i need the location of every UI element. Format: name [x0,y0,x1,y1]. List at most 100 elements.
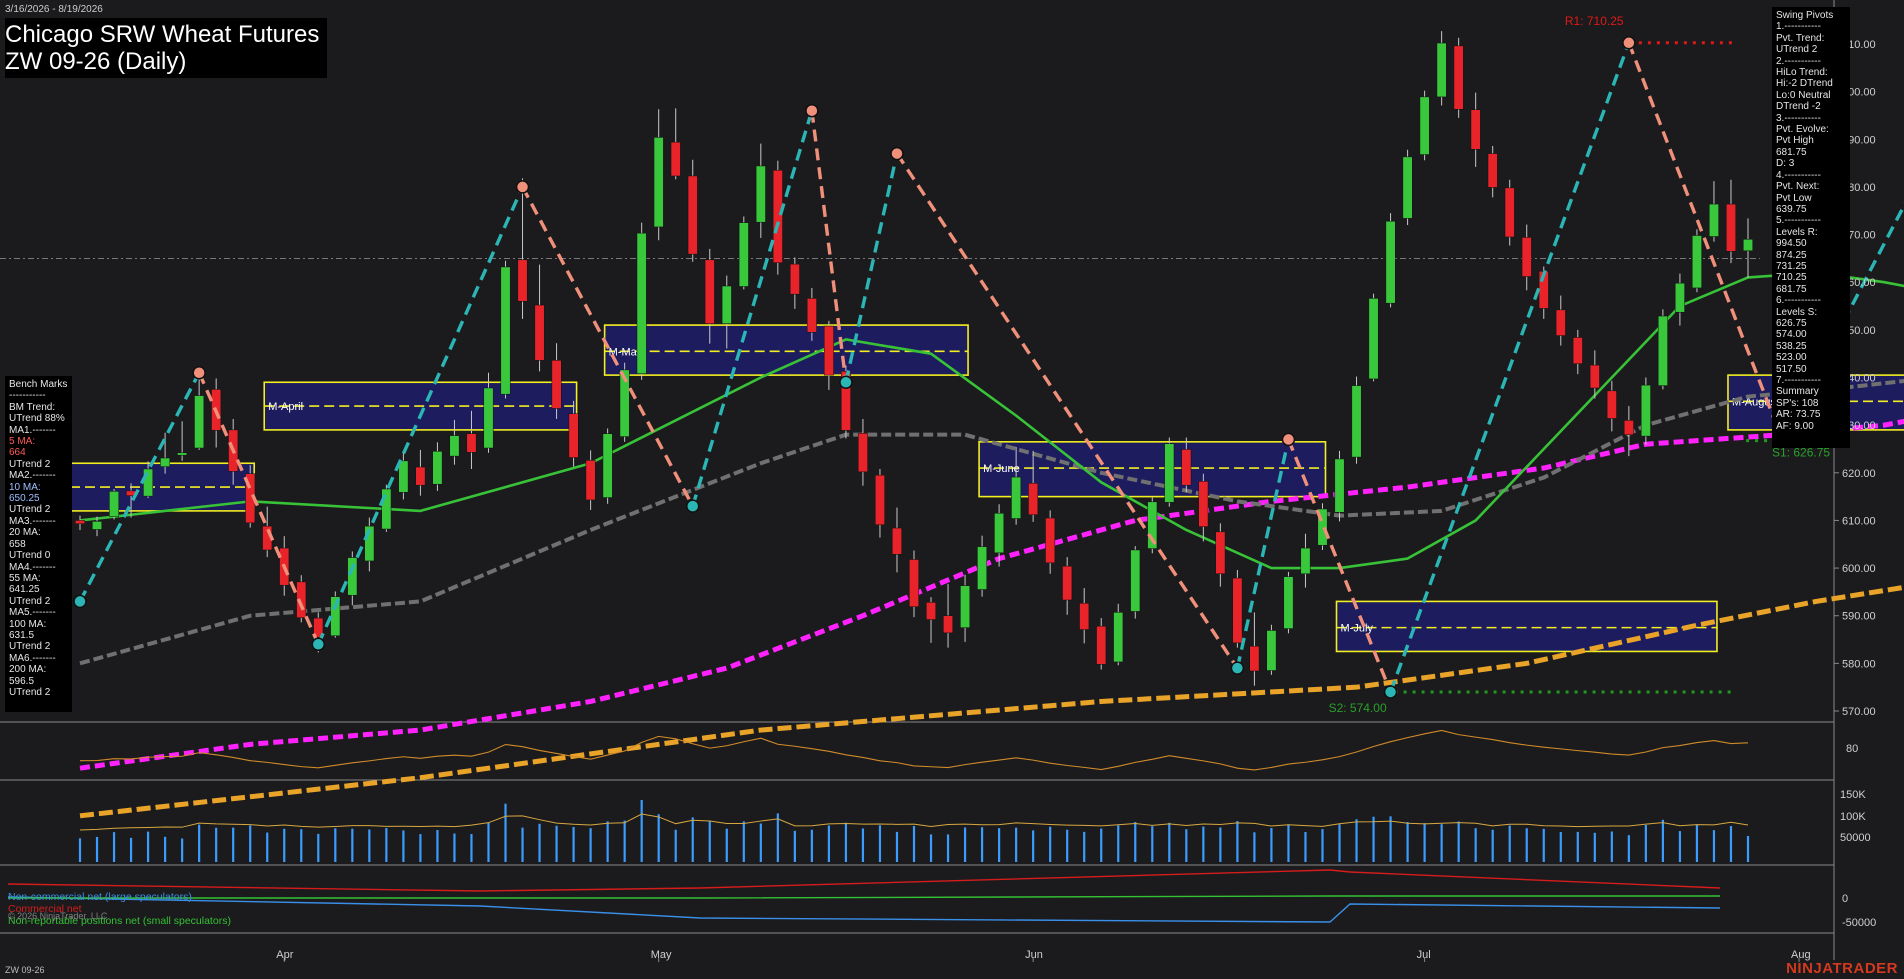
swing-pivot-line: Summary [1776,386,1819,398]
swing-pivot-line: Lo:0 Neutral [1776,89,1831,101]
candle-body [534,304,545,361]
candle-body [381,488,392,530]
candle-body [551,360,562,409]
price-tick-label: 580.00 [1842,658,1876,670]
candle-body [858,432,868,473]
price-tick-label: 620.00 [1842,468,1876,480]
candle-body [687,175,698,255]
candle-body [109,491,119,517]
swing-low-marker [73,594,87,609]
candle-body [75,520,85,525]
candle-body [1266,630,1277,671]
swing-low-marker [685,499,700,513]
oscillator-line [79,729,1749,771]
swing-pivot-line: Pvt. Next: [1776,181,1820,193]
candle-body [1470,109,1481,150]
swing-low-marker [1383,685,1398,699]
benchmark-line: 650.25 [9,493,40,505]
benchmark-line: MA2.------- [9,470,56,482]
candle-body [1589,364,1600,389]
candle-body [1640,384,1651,437]
benchmark-line: UTrend 2 [9,504,51,516]
swing-pivot-line: Pvt. Evolve: [1776,124,1829,136]
time-tick-label: Jun [1025,949,1043,961]
benchmark-line: BM Trend: [9,401,56,413]
benchmark-line: UTrend 88% [9,413,65,425]
benchmark-line: ----------- [9,390,46,402]
candle-body [449,435,460,457]
candle-body [177,452,188,456]
benchmark-line: UTrend 2 [9,595,51,607]
swing-pivot-line: Swing Pivots [1776,10,1834,21]
swing-high-marker [1281,432,1296,447]
benchmark-line: MA5.------- [9,607,56,619]
candle-body [1062,565,1073,601]
benchmark-line: 10 MA: [9,481,41,493]
time-tick-label: May [651,949,672,961]
candle-body [1351,385,1362,458]
benchmark-line: UTrend 0 [9,550,51,562]
candle-body [789,263,800,295]
candle-body [943,615,953,634]
candle-body [1453,45,1464,110]
candle-body [1555,309,1566,336]
candle-body [806,298,817,333]
benchmark-line: UTrend 2 [9,458,51,470]
swing-pivot-line: DTrend -2 [1776,101,1821,113]
benchmark-line: 664 [9,447,26,459]
volume-tick-label: 50000 [1840,832,1871,844]
swing-pivot-line: 7.----------- [1776,375,1821,386]
volume-tick-label: 100K [1840,811,1866,823]
cot-nonreportable-line [8,895,1720,899]
chart-subtitle: ZW 09-26 (Daily) [5,48,187,75]
oscillator-tick-label: 80 [1846,743,1858,755]
candle-body [1045,517,1056,564]
candle-body [926,602,936,620]
benchmark-line: 200 MA: [9,664,47,676]
benchmark-line: UTrend 2 [9,686,51,698]
candle-body [415,466,426,486]
candle-body [636,232,647,374]
swing-pivot-line: D: 3 [1776,158,1795,170]
candle-body [721,285,732,324]
candle-body [1487,153,1498,188]
month-box-label: M-June [983,463,1020,475]
cot-tick-label: -50000 [1842,917,1876,929]
candle-body [1181,449,1192,486]
benchmark-line: MA1.------- [9,424,56,436]
swing-pivot-line: 4.----------- [1776,169,1821,181]
candle-body [1521,237,1532,277]
swing-low-marker [311,637,326,652]
benchmark-line: 596.5 [9,675,35,687]
swing-pivot-line: AF: 9.00 [1776,420,1814,432]
price-tick-label: 610.00 [1842,515,1876,527]
swing-pivot-line: Levels R: [1776,226,1818,238]
candle-body [909,559,919,607]
candle-body [1334,458,1345,513]
candle-body [1028,483,1039,515]
benchmark-line: 631.5 [9,629,35,641]
candle-body [960,585,970,628]
swing-pivot-line: 5.----------- [1776,215,1821,227]
candle-body [92,521,102,530]
swing-high-marker [1622,36,1636,50]
swing-pivot-line: 1.----------- [1776,21,1821,33]
swing-pivot-line: Pvt. Trend: [1776,32,1825,44]
candle-body [1606,390,1617,419]
swing-leg [1627,42,1784,441]
swing-pivot-line: 517.50 [1776,363,1807,375]
candle-body [994,513,1005,554]
benchmark-line: 100 MA: [9,618,47,630]
swing-pivot-line: 731.25 [1776,260,1807,272]
benchmark-line: MA3.------- [9,515,56,527]
swing-pivot-line: SP's: 108 [1776,397,1819,409]
swing-high-marker [192,365,206,380]
candle-body [892,527,902,555]
price-chart[interactable]: M-AprilM-MayM-JuneM-JulyM-AugustR1: 710.… [0,0,1904,979]
swing-pivot-line: 523.00 [1776,352,1807,364]
benchmarks-panel: Bench Marks ----------- BM Trend: UTrend 88… [5,376,72,712]
candle-body [653,137,664,228]
date-range: 3/16/2026 - 8/19/2026 [5,4,103,15]
candle-body [1623,420,1634,435]
month-box [1335,600,1718,653]
